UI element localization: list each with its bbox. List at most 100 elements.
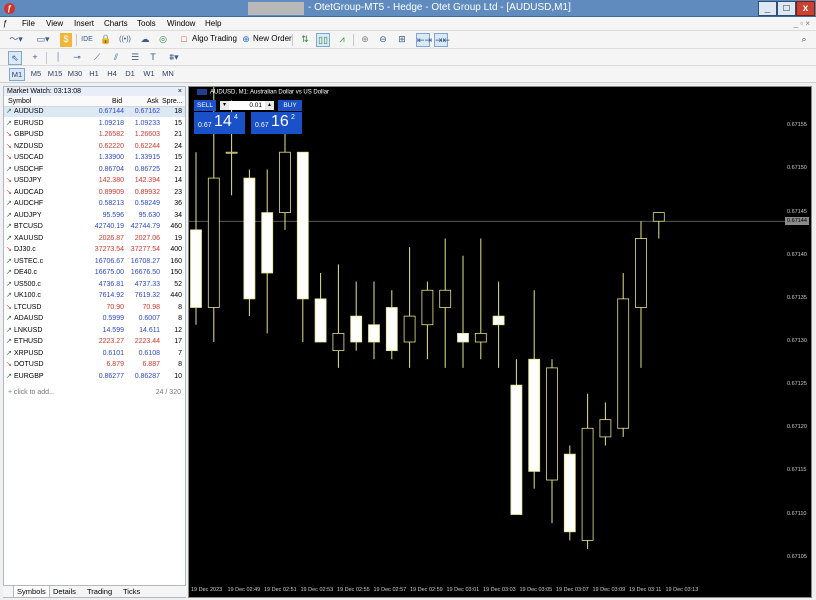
table-row[interactable]: ↘ NZDUSD 0.62220 0.62244 24 [4,142,185,152]
zoom-out-icon[interactable]: ⊖ [376,33,390,47]
volume-input[interactable] [229,101,265,110]
menu-file[interactable]: File [22,19,35,28]
minimize-button[interactable]: _ [758,1,777,16]
table-row[interactable]: ↗ LNKUSD 14.599 14.611 12 [4,326,185,336]
horizontal-line-icon[interactable]: ⊸ [70,51,84,65]
table-row[interactable]: ↗ EURUSD 1.09218 1.09233 15 [4,119,185,129]
timeframe-m30[interactable]: M30 [66,68,84,81]
candlestick-chart[interactable] [189,87,812,598]
candle-body [350,315,363,343]
timeframe-h4[interactable]: H4 [104,68,120,81]
volume-decrease-button[interactable]: ▾ [220,101,229,110]
bid-cell: 1.33900 [98,154,124,161]
signal-icon[interactable]: ((•)) [118,33,132,47]
add-symbol-input[interactable]: + click to add... [8,387,55,398]
shapes-icon[interactable]: ⩩▾ [163,51,185,65]
table-row[interactable]: ↗ AUDJPY 95.596 95.630 34 [4,211,185,221]
buy-button[interactable]: BUY [278,100,302,111]
table-row[interactable]: ↘ AUDCAD 0.89909 0.89932 23 [4,188,185,198]
menu-app-icon[interactable]: ƒ [3,19,7,28]
menu-insert[interactable]: Insert [74,19,94,28]
table-row[interactable]: ↘ GBPUSD 1.26582 1.26603 21 [4,130,185,140]
vps-icon[interactable]: ☁ [138,33,152,47]
menu-window[interactable]: Window [167,19,195,28]
text-icon[interactable]: T [147,51,159,65]
table-row[interactable]: ↘ USDJPY 142.380 142.394 14 [4,176,185,186]
crosshair-icon[interactable]: + [28,51,42,65]
menu-view[interactable]: View [46,19,63,28]
sell-button[interactable]: SELL [194,100,216,111]
mdi-child-controls[interactable]: _ ▫ × [794,19,810,28]
table-row[interactable]: ↗ USDCHF 0.86704 0.86725 21 [4,165,185,175]
timeframe-h1[interactable]: H1 [86,68,102,81]
timeframe-mn[interactable]: MN [160,68,176,81]
col-ask[interactable]: Ask [147,97,159,106]
tab-symbols[interactable]: Symbols [13,586,50,598]
cursor-icon[interactable]: ⇖ [8,51,22,65]
tab-details[interactable]: Details [53,586,76,597]
price-tick-label: 0.67145 [787,208,807,215]
table-row[interactable]: ↘ LTCUSD 70.90 70.98 8 [4,303,185,313]
tab-ticks[interactable]: Ticks [123,586,140,597]
table-row[interactable]: ↗ EURGBP 0.86277 0.86287 10 [4,372,185,382]
trendline-icon[interactable]: ⟋ [90,51,104,65]
sell-price-button[interactable]: 0.67 14 4 [194,112,245,134]
table-row[interactable]: ↗ UK100.c 7614.92 7619.32 440 [4,291,185,301]
menu-charts[interactable]: Charts [104,19,128,28]
table-row[interactable]: ↗ BTCUSD 42740.19 42744.79 460 [4,222,185,232]
ide-icon[interactable]: IDE [80,33,94,47]
new-order-icon[interactable]: ⊕ [241,33,251,47]
table-row[interactable]: ↗ ADAUSD 0.5999 0.6007 8 [4,314,185,324]
bar-chart-icon[interactable]: ⇅ [298,33,312,47]
table-row[interactable]: ↗ AUDUSD 0.67144 0.67162 18 [4,107,185,117]
zoom-in-icon[interactable]: ⊕ [358,33,372,47]
maximize-button[interactable]: □ [777,1,796,16]
col-symbol[interactable]: Symbol [8,97,31,106]
table-row[interactable]: ↘ USDCAD 1.33900 1.33915 15 [4,153,185,163]
grid-icon[interactable]: ⊞ [395,33,409,47]
search-icon[interactable]: ⌕ [798,33,810,47]
buy-price-prefix: 0.67 [255,122,269,129]
chart-shift-icon[interactable]: ⇥⇤ [434,33,450,47]
dollar-icon[interactable]: $ [60,33,72,47]
candlestick-icon[interactable]: ▯▯ [316,33,330,47]
table-row[interactable]: ↗ XAUUSD 2026.87 2027.06 19 [4,234,185,244]
new-order-button[interactable]: New Order [253,34,292,43]
col-bid[interactable]: Bid [112,97,122,106]
close-button[interactable]: x [796,1,815,16]
algo-trading-button[interactable]: Algo Trading [192,34,237,43]
table-row[interactable]: ↗ ETHUSD 2223.27 2223.44 17 [4,337,185,347]
tab-trading[interactable]: Trading [87,586,112,597]
buy-price-button[interactable]: 0.67 16 2 [251,112,302,134]
channel-icon[interactable]: ⫽ [109,51,123,65]
algo-trading-icon[interactable]: □ [180,33,188,47]
volume-increase-button[interactable]: ▴ [265,101,274,110]
metatrader-icon[interactable]: ƒ [4,3,15,14]
line-chart-icon[interactable]: ⩘ [335,33,349,47]
autoscroll-icon[interactable]: ⇤⇥ [416,33,432,47]
symbol-cell: LNKUSD [14,326,43,334]
timeframe-d1[interactable]: D1 [122,68,138,81]
market-watch-close-icon[interactable]: × [178,87,182,96]
table-row[interactable]: ↗ AUDCHF 0.58213 0.58249 36 [4,199,185,209]
timeframe-m5[interactable]: M5 [28,68,44,81]
fibonacci-icon[interactable]: ☰ [128,51,142,65]
col-spread[interactable]: Spre... [162,97,183,106]
table-row[interactable]: ↗ USTEC.c 16706.67 16708.27 160 [4,257,185,267]
menu-help[interactable]: Help [205,19,221,28]
table-row[interactable]: ↘ DOTUSD 6.879 6.887 8 [4,360,185,370]
menu-tools[interactable]: Tools [137,19,156,28]
table-row[interactable]: ↗ US500.c 4736.81 4737.33 52 [4,280,185,290]
market-icon[interactable]: ◎ [157,33,169,47]
timeframe-m1[interactable]: M1 [9,68,25,81]
chart-window[interactable]: AUDUSD, M1: Australian Dollar vs US Doll… [188,86,812,598]
vertical-line-icon[interactable]: ⏐ [52,51,64,65]
table-row[interactable]: ↗ XRPUSD 0.6101 0.6108 7 [4,349,185,359]
chart-type-icon[interactable]: 〜▾ [6,33,26,47]
lock-icon[interactable]: 🔒 [100,33,112,47]
new-chart-icon[interactable]: ▭▾ [32,33,54,47]
timeframe-m15[interactable]: M15 [46,68,64,81]
table-row[interactable]: ↘ DJ30.c 37273.54 37277.54 400 [4,245,185,255]
timeframe-w1[interactable]: W1 [141,68,157,81]
table-row[interactable]: ↗ DE40.c 16675.00 16676.50 150 [4,268,185,278]
